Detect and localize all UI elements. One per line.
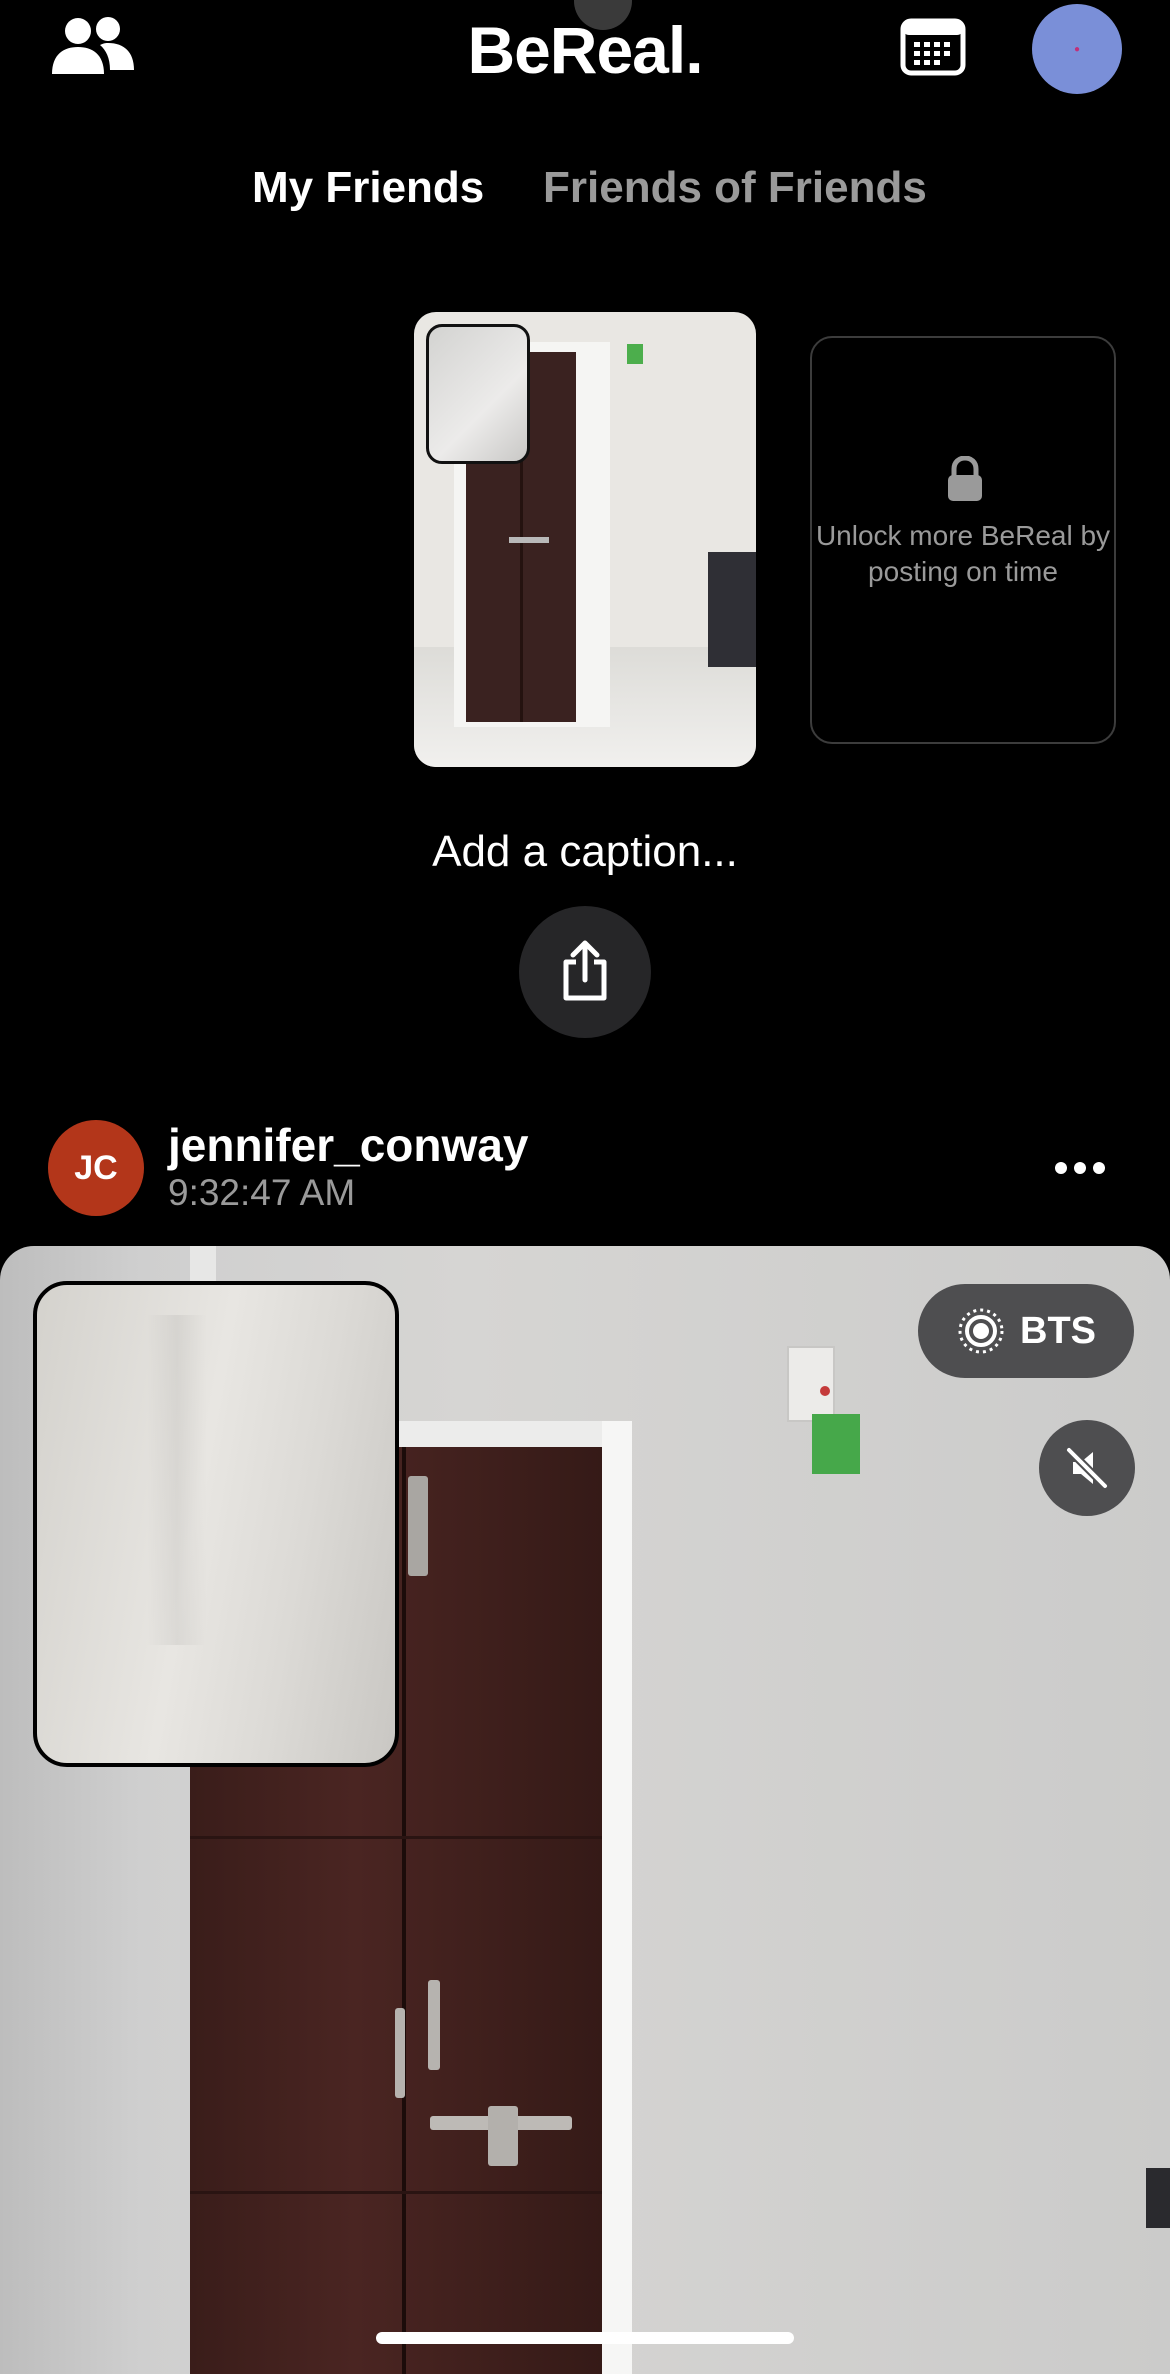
photo-door-bolt xyxy=(408,1476,428,1576)
post-username[interactable]: jennifer_conway xyxy=(168,1118,528,1172)
photo-wall-switch xyxy=(787,1346,835,1422)
bts-button[interactable]: BTS xyxy=(918,1284,1134,1378)
bereal-back-photo[interactable] xyxy=(0,1246,1170,2374)
locked-message: Unlock more BeReal by posting on time xyxy=(815,520,1111,587)
calendar-icon[interactable] xyxy=(900,16,970,80)
photo-door-handle xyxy=(428,1980,440,2070)
photo-green-tag xyxy=(627,344,643,364)
photo-door-panel-line xyxy=(190,1836,602,1839)
photo-door-handle xyxy=(509,537,549,543)
front-camera-photo[interactable] xyxy=(33,1281,399,1767)
app-title: BeReal. xyxy=(467,13,703,87)
lock-icon xyxy=(945,455,985,502)
front-photo-shade xyxy=(147,1315,207,1645)
post-timestamp: 9:32:47 AM xyxy=(168,1172,356,1213)
photo-door-split xyxy=(402,1446,406,2374)
share-button[interactable] xyxy=(519,906,651,1038)
tab-friends-of-friends[interactable]: Friends of Friends xyxy=(543,163,927,213)
home-indicator[interactable] xyxy=(376,2332,794,2344)
bts-label: BTS xyxy=(1020,1309,1096,1352)
photo-door-panel-line xyxy=(190,2191,602,2194)
photo-switch-indicator xyxy=(820,1386,830,1396)
tab-my-friends[interactable]: My Friends xyxy=(252,163,484,213)
feed-tabs: My Friends Friends of Friends xyxy=(0,163,1170,223)
share-icon xyxy=(563,940,607,1001)
photo-desk xyxy=(708,552,756,667)
photo-door-frame-right xyxy=(602,1421,632,2374)
top-bar: BeReal. ● xyxy=(0,0,1170,110)
bts-record-icon xyxy=(958,1308,1004,1354)
front-camera-thumbnail[interactable] xyxy=(426,324,530,464)
locked-bereal-card: Unlock more BeReal by posting on time xyxy=(810,336,1116,744)
add-caption-field[interactable]: Add a caption... xyxy=(0,827,1170,877)
my-bereal-thumbnail[interactable] xyxy=(414,312,756,767)
more-icon[interactable] xyxy=(1050,1150,1110,1186)
photo-door-latch-knob xyxy=(488,2106,518,2166)
user-avatar[interactable]: JC xyxy=(48,1120,144,1216)
mute-button[interactable] xyxy=(1039,1420,1135,1516)
photo-door-frame-top xyxy=(375,1421,613,1447)
profile-avatar[interactable]: ● xyxy=(1032,4,1122,94)
speaker-muted-icon xyxy=(1066,1447,1108,1489)
bereal-feed-screen: BeReal. ● My Friends Friends of Friends xyxy=(0,0,1170,2374)
photo-green-tag xyxy=(812,1414,860,1474)
photo-dark-object xyxy=(1146,2168,1170,2228)
photo-door-handle xyxy=(395,2008,405,2098)
avatar-dot-icon: ● xyxy=(1073,43,1081,55)
